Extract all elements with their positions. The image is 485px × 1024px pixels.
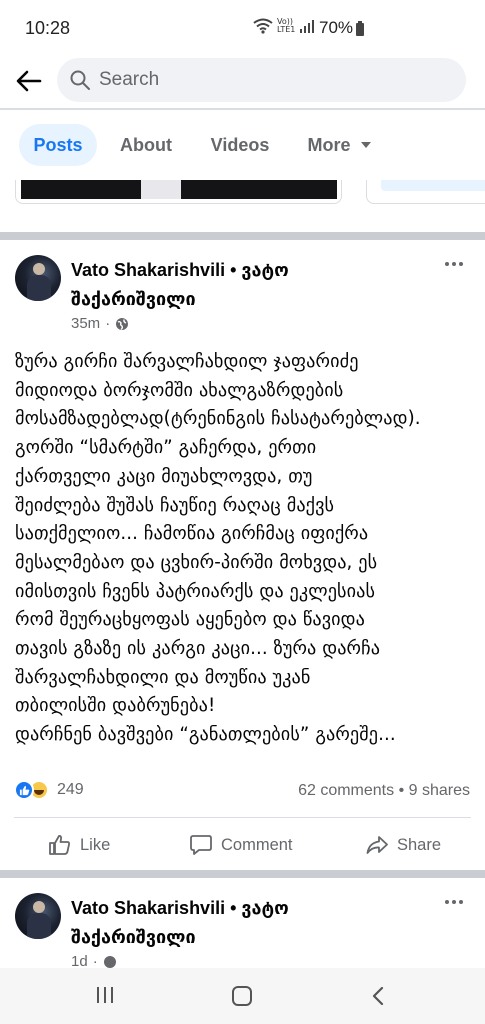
header-divider [0, 108, 485, 110]
globe-icon [103, 955, 116, 968]
post-text-line: რომ შეურაცხყოფას აყენებო და წავიდა [15, 609, 365, 631]
post-text-line: მოსამზადებლად(ტრენინგის ჩასატარებლად). [15, 408, 421, 430]
profile-tabs: Posts About Videos More [0, 118, 485, 174]
globe-icon [116, 317, 129, 330]
post-author[interactable]: Vato Shakarishvili • ვატო შაქარიშვილი [71, 894, 401, 952]
reaction-count: 249 [57, 781, 84, 798]
comment-button[interactable]: Comment [189, 830, 293, 860]
shares-count[interactable]: 9 shares [409, 782, 470, 799]
post-text-line: მესალმებაო და ცვხირ-პირში მოხვდა, ეს [15, 551, 378, 573]
recent-apps-icon[interactable] [97, 987, 113, 1003]
battery-icon [356, 21, 364, 36]
post-text-line: ქართველი კაცი მიუახლოვდა, თუ [15, 465, 313, 487]
like-reaction-icon [14, 780, 34, 800]
more-horizontal-icon[interactable] [440, 894, 468, 910]
avatar[interactable] [15, 255, 61, 301]
more-horizontal-icon[interactable] [440, 256, 468, 272]
post-text-line: გორში “სმარტში” გაჩერდა, ერთი [15, 437, 317, 459]
post-text-line: შარვალჩახდილი და მოუწია უკან [15, 666, 311, 688]
system-nav-bar [0, 968, 485, 1024]
thumbs-up-icon [49, 835, 70, 855]
post-text-line: იმისთვის ჩვენს პატრიარქს და ეკლესიას [15, 580, 376, 602]
post-text-line: თბილისში დაბრუნება! [15, 695, 216, 717]
back-icon[interactable] [370, 985, 386, 1007]
meta-dot: · [92, 953, 98, 968]
arrow-left-icon [16, 70, 42, 92]
post-text-line: მიდიოდა ბორჯომში ახალგაზრდების [15, 379, 344, 401]
search-input[interactable]: Search [57, 58, 466, 102]
like-label: Like [80, 835, 111, 854]
search-icon [70, 70, 90, 90]
reactions-summary[interactable]: 249 [14, 780, 84, 800]
comment-label: Comment [221, 835, 293, 854]
preview-image [21, 180, 337, 199]
comment-icon [190, 835, 212, 855]
tab-more[interactable]: More [296, 124, 382, 166]
tab-posts[interactable]: Posts [19, 124, 97, 166]
feed-separator [0, 232, 485, 240]
post-time[interactable]: 35m [71, 315, 100, 332]
status-bar: 10:28 Vo)) LTE1 70% [0, 0, 485, 56]
tab-videos[interactable]: Videos [200, 124, 280, 166]
caret-down-icon [360, 142, 371, 148]
search-placeholder: Search [99, 69, 160, 90]
meta-dot: · [105, 315, 111, 332]
post-text-line: ზურა გირჩი შარვალჩახდილ ჯაფარიძე [15, 351, 359, 372]
like-button[interactable]: Like [48, 830, 110, 860]
preview-card[interactable] [15, 180, 342, 204]
post-meta: 35m · [71, 315, 129, 332]
post-time[interactable]: 1d [71, 953, 88, 968]
home-icon[interactable] [232, 986, 252, 1006]
post-card: Vato Shakarishvili • ვატო შაქარიშვილი 35… [0, 240, 485, 870]
post-text-line: დარჩნენ ბავშვები “განათლების” გარეშე... [15, 724, 396, 746]
signal-icon [300, 20, 315, 33]
post-text-line: თავის გზაზე ის კარგი კაცი... ზურა დარჩა [15, 638, 381, 660]
volte-indicator: Vo)) LTE1 [277, 17, 296, 34]
feed-separator [0, 870, 485, 878]
post-card: Vato Shakarishvili • ვატო შაქარიშვილი 1d… [0, 878, 485, 968]
post-meta: 1d · [71, 953, 117, 968]
preview-card-button [381, 180, 485, 191]
avatar[interactable] [15, 893, 61, 939]
share-button[interactable]: Share [365, 830, 441, 860]
share-label: Share [397, 835, 442, 854]
comments-count[interactable]: 62 comments [298, 782, 394, 799]
share-icon [366, 836, 388, 854]
wifi-icon [253, 18, 273, 34]
battery-percent: 70% [319, 18, 354, 37]
post-text-line: სათქმელიო... ჩამოწია გირჩმაც იფიქრა [15, 523, 369, 545]
preview-strip [0, 180, 485, 206]
meta-dot: • [398, 782, 409, 799]
status-icons: Vo)) LTE1 [253, 18, 315, 34]
tab-about[interactable]: About [110, 124, 182, 166]
action-divider [14, 817, 471, 818]
search-header: Search [0, 56, 485, 106]
engagement-stats: 62 comments • 9 shares [298, 782, 470, 800]
back-button[interactable] [12, 64, 46, 98]
preview-card[interactable] [366, 180, 485, 204]
tab-more-label: More [307, 134, 351, 155]
post-text: ზურა გირჩი შარვალჩახდილ ჯაფარიძე მიდიოდა… [15, 348, 477, 750]
post-author[interactable]: Vato Shakarishvili • ვატო შაქარიშვილი [71, 256, 401, 314]
post-text-line: შეიძლება შუშას ჩაუწიე რაღაც მაქვს [15, 494, 335, 516]
status-time: 10:28 [25, 18, 71, 38]
